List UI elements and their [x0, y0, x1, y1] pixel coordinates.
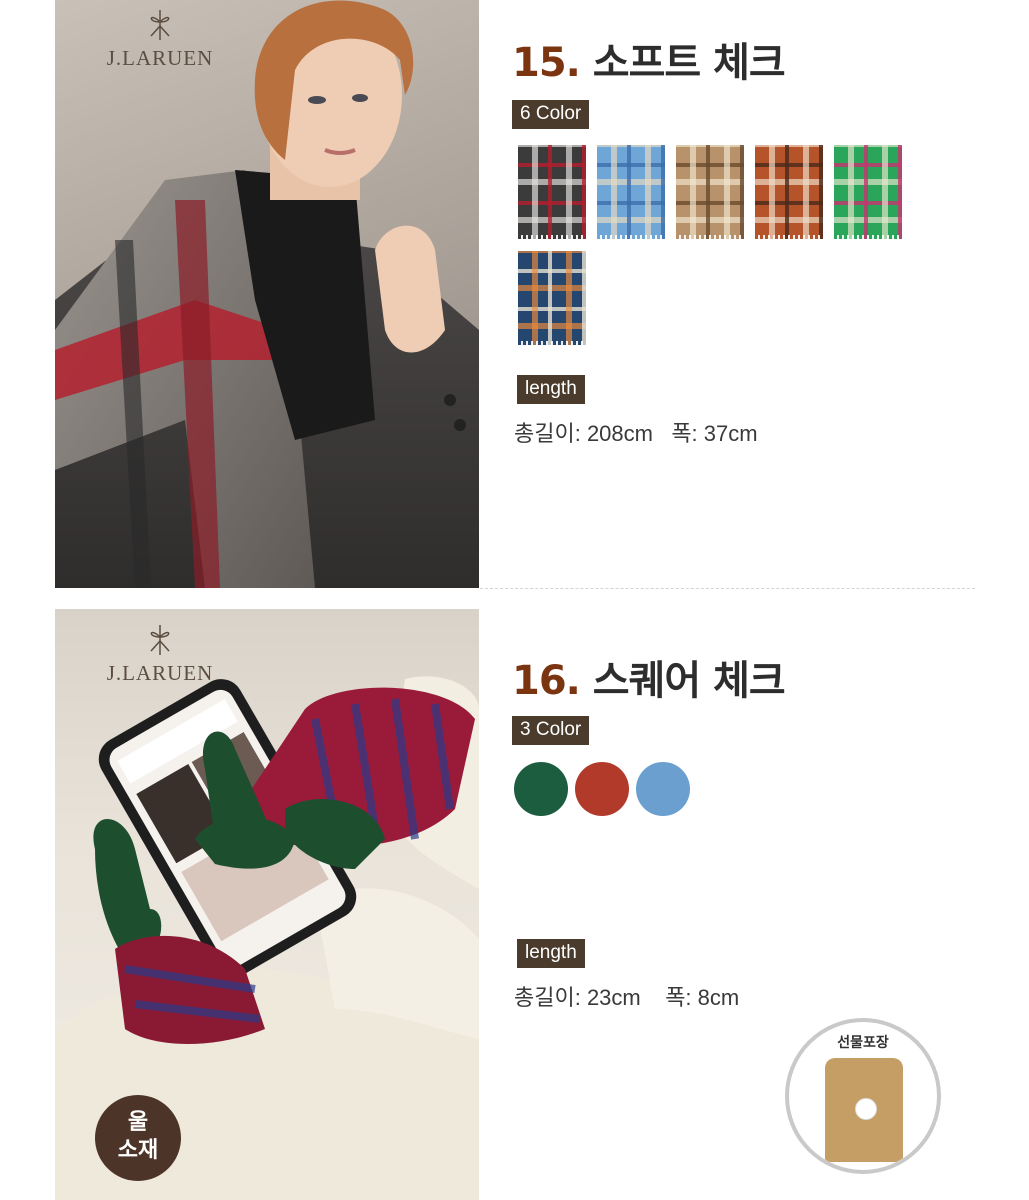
product-15-info: 15. 소프트 체크 6 Color [512, 30, 786, 129]
color-circle-red [575, 762, 629, 816]
swatch-fringe [834, 235, 902, 243]
section-divider [480, 588, 975, 589]
product-15-name: 소프트 체크 [592, 40, 786, 86]
product-16-info: 16. 스퀘어 체크 3 Color [512, 648, 786, 745]
swatch-fringe [676, 235, 744, 243]
product-16-number: 16. [512, 658, 581, 704]
color-swatch-green-pink-check [834, 145, 902, 243]
product-16-length-tag: length [517, 939, 585, 968]
color-swatch-black-grey-check [518, 145, 586, 243]
product-photo-scarf: J.LARUEN [55, 0, 479, 588]
color-circle-blue [636, 762, 690, 816]
badge-line-1: 울 [127, 1110, 149, 1135]
swatch-fringe [755, 235, 823, 243]
color-swatch-beige-brown-check [676, 145, 744, 243]
brand-mark-icon [150, 10, 170, 40]
product-16-name: 스퀘어 체크 [592, 658, 786, 704]
color-circle-green [514, 762, 568, 816]
color-swatch-orange-brown-check [755, 145, 823, 243]
product-16-length-text: 총길이: 23cm 폭: 8cm [514, 985, 740, 1010]
product-15-number: 15. [512, 40, 581, 86]
product-15-length-text: 총길이: 208cm 폭: 37cm [514, 421, 758, 446]
product-15-color-count: 6 Color [512, 100, 590, 129]
model-scarf-illustration [55, 0, 479, 588]
wool-material-badge: 울 소재 [95, 1095, 181, 1181]
swatch-fringe [597, 235, 665, 243]
product-15-title: 15. 소프트 체크 [512, 30, 786, 88]
brand-mark-icon [150, 625, 170, 655]
brand-logo: J.LARUEN [90, 623, 230, 686]
gift-wrap-badge: 선물포장 [785, 1018, 941, 1174]
product-16-title: 16. 스퀘어 체크 [512, 648, 786, 706]
brand-logo-text: J.LARUEN [106, 46, 214, 70]
swatch-fringe [518, 235, 586, 243]
badge-line-2: 소재 [117, 1138, 159, 1163]
brand-logo: J.LARUEN [90, 8, 230, 71]
brand-logo-text: J.LARUEN [106, 661, 214, 685]
color-swatch-blue-check [597, 145, 665, 243]
swatch-fringe [518, 341, 586, 349]
gift-wrap-label: 선물포장 [837, 1035, 889, 1051]
gift-seal-icon [855, 1098, 877, 1120]
color-swatch-orange-navy-check [518, 251, 586, 349]
product-16-color-count: 3 Color [512, 716, 590, 745]
product-15-length-tag: length [517, 375, 585, 404]
